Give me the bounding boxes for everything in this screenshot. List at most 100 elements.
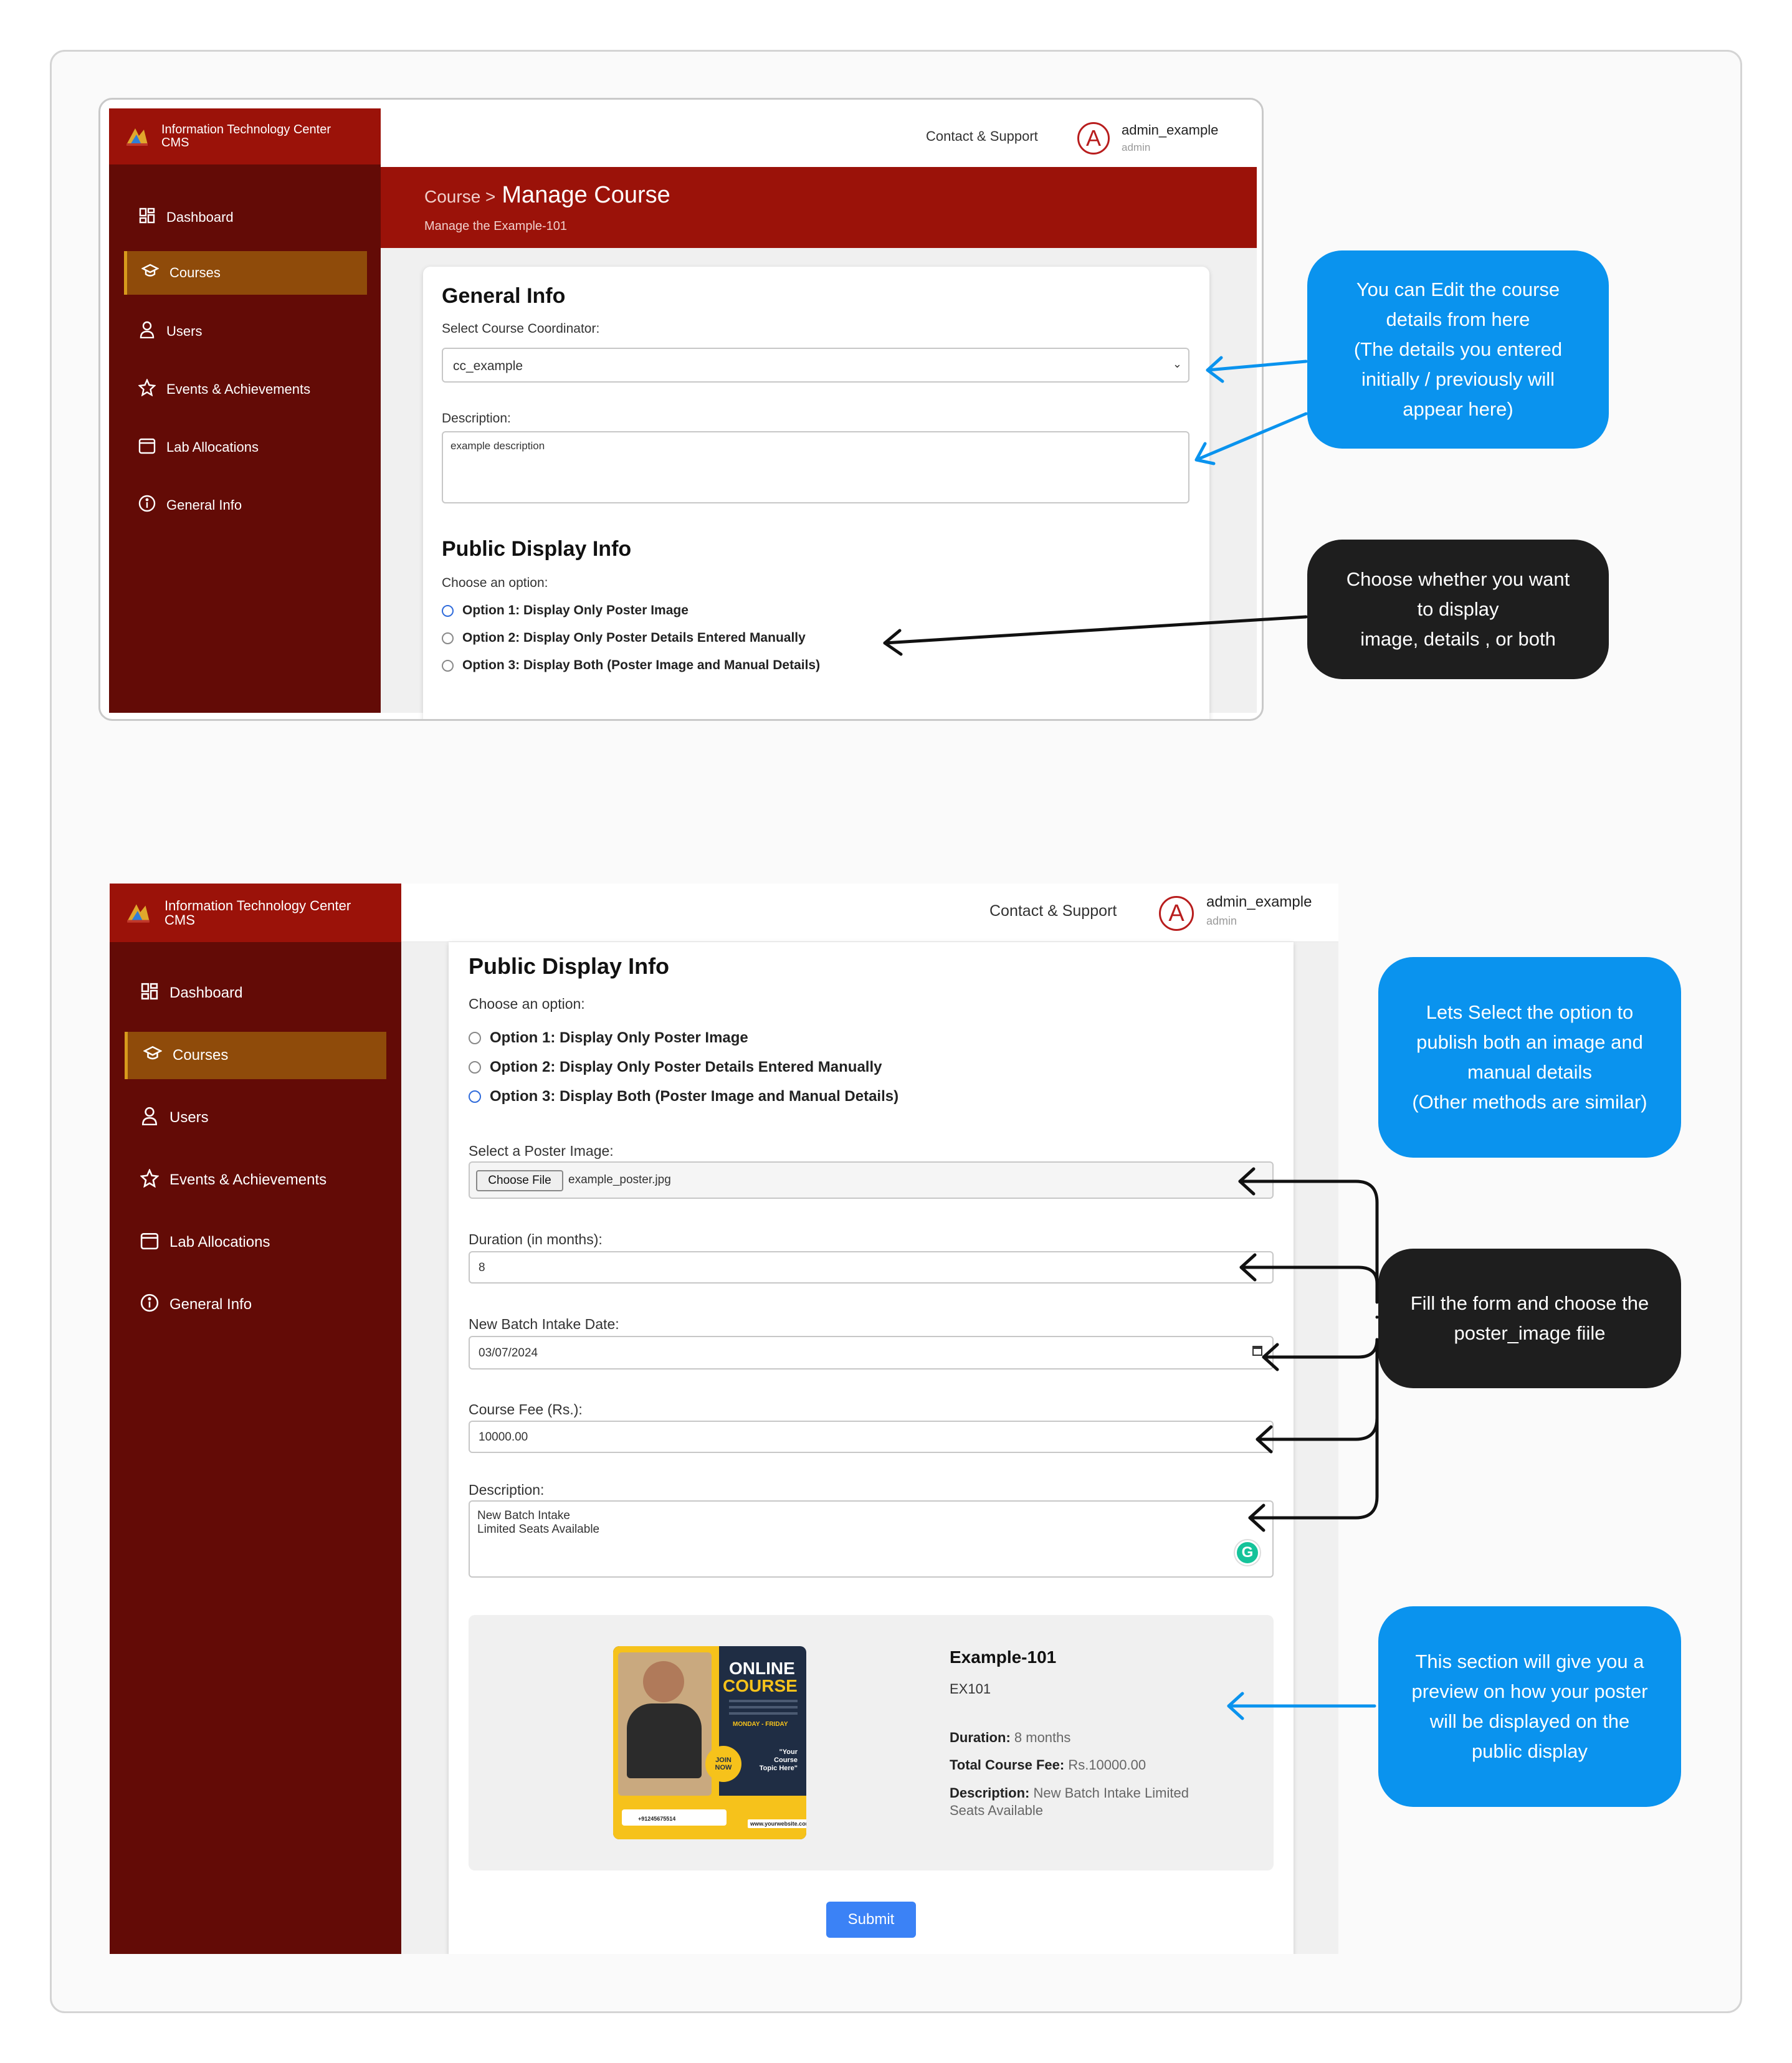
callout-line: image, details , or both: [1360, 628, 1556, 650]
calendar-picker-icon[interactable]: [1252, 1346, 1262, 1356]
sidebar-item-general-info[interactable]: General Info: [125, 1281, 386, 1328]
sidebar-item-label: Lab Allocations: [166, 439, 259, 455]
sidebar-item-lab-allocations[interactable]: Lab Allocations: [125, 1219, 386, 1266]
radio-button[interactable]: [442, 632, 454, 644]
preview-duration-value: 8 months: [1014, 1730, 1071, 1745]
info-icon: [140, 1294, 160, 1317]
callout-line: Fill the form and choose the: [1410, 1292, 1649, 1314]
sidebar-item-label: Lab Allocations: [169, 1234, 270, 1251]
callout-preview: This section will give you a preview on …: [1378, 1606, 1681, 1807]
poster-image: +91245675514 ONLINE COURSE MONDAY - FRID…: [613, 1646, 806, 1839]
poster-label: Select a Poster Image:: [469, 1143, 614, 1159]
description-label: Description:: [442, 411, 511, 426]
sidebar-item-dashboard[interactable]: Dashboard: [124, 196, 367, 239]
callout-choose-display: Choose whether you want to display image…: [1307, 540, 1609, 679]
calendar-icon: [140, 1231, 160, 1254]
graduation-cap-icon: [143, 1046, 163, 1066]
coordinator-label: Select Course Coordinator:: [442, 322, 600, 336]
option-2-radio[interactable]: Option 2: Display Only Poster Details En…: [442, 631, 806, 646]
sidebar-item-label: General Info: [169, 1296, 252, 1313]
sidebar-item-courses[interactable]: Courses: [125, 1032, 386, 1079]
sidebar-item-events[interactable]: Events & Achievements: [125, 1156, 386, 1204]
sidebar-item-events[interactable]: Events & Achievements: [124, 368, 367, 411]
callout-line: manual details: [1467, 1061, 1592, 1083]
fee-label: Course Fee (Rs.):: [469, 1401, 583, 1417]
page-header: Course > Manage Course Manage the Exampl…: [381, 167, 1257, 248]
sidebar-item-courses[interactable]: Courses: [124, 251, 367, 295]
brand-title: Information Technology Center: [161, 123, 331, 136]
option-label: Option 3: Display Both (Poster Image and…: [462, 658, 821, 672]
user-icon: [140, 1107, 160, 1130]
user-name: admin_example: [1206, 893, 1312, 910]
radio-button[interactable]: [442, 604, 454, 617]
preview-description-value: Seats Available: [950, 1803, 1044, 1818]
brand[interactable]: Information Technology Center CMS: [109, 108, 381, 164]
preview-course-code: EX101: [950, 1681, 991, 1697]
sidebar-item-users[interactable]: Users: [125, 1094, 386, 1141]
contact-support-link[interactable]: Contact & Support: [926, 128, 1038, 145]
radio-button[interactable]: [469, 1061, 481, 1074]
sidebar-item-general-info[interactable]: General Info: [124, 484, 367, 527]
preview-fee-key: Total Course Fee:: [950, 1757, 1065, 1773]
sidebar-item-users[interactable]: Users: [124, 310, 367, 353]
preview-course-name: Example-101: [950, 1647, 1057, 1667]
choose-file-button[interactable]: Choose File: [476, 1170, 563, 1191]
description-textarea[interactable]: New Batch Intake Limited Seats Available…: [469, 1500, 1274, 1578]
sidebar: Information Technology Center CMS Dashbo…: [110, 884, 401, 1954]
description-textarea[interactable]: example description: [442, 431, 1189, 503]
calendar-icon: [138, 437, 156, 458]
star-icon: [140, 1168, 160, 1192]
option-label: Option 3: Display Both (Poster Image and…: [490, 1088, 899, 1105]
contact-support-link[interactable]: Contact & Support: [989, 902, 1117, 920]
submit-button[interactable]: Submit: [826, 1902, 916, 1938]
page-subtitle: Manage the Example-101: [424, 219, 568, 233]
option-1-radio[interactable]: Option 1: Display Only Poster Image: [442, 603, 689, 618]
preview-fee: Total Course Fee: Rs.10000.00: [950, 1757, 1146, 1773]
poster-topic: "Your Course Topic Here": [759, 1748, 798, 1772]
option-label: Option 1: Display Only Poster Image: [462, 603, 689, 617]
callout-line: publish both an image and: [1416, 1031, 1643, 1053]
fee-value: 10000.00: [479, 1431, 528, 1444]
user-role: admin: [1206, 915, 1237, 927]
user-role: admin: [1122, 141, 1151, 153]
option-2-radio[interactable]: Option 2: Display Only Poster Details En…: [469, 1059, 882, 1076]
avatar[interactable]: A: [1159, 896, 1194, 931]
callout-line: Lets Select the option to: [1426, 1001, 1634, 1023]
general-info-heading: General Info: [442, 284, 566, 308]
radio-button[interactable]: [469, 1090, 481, 1103]
duration-label: Duration (in months):: [469, 1231, 603, 1247]
sidebar-item-dashboard[interactable]: Dashboard: [125, 970, 386, 1017]
coordinator-select[interactable]: cc_example ⌄: [442, 348, 1189, 383]
option-3-radio[interactable]: Option 3: Display Both (Poster Image and…: [442, 658, 820, 673]
screenshot-manage-course-top: Information Technology Center CMS Dashbo…: [98, 98, 1264, 721]
preview-description-value: New Batch Intake Limited: [1033, 1785, 1189, 1801]
callout-line: will be displayed on the: [1429, 1710, 1630, 1732]
option-3-radio[interactable]: Option 3: Display Both (Poster Image and…: [469, 1088, 898, 1105]
radio-button[interactable]: [469, 1032, 481, 1044]
radio-button[interactable]: [442, 659, 454, 672]
poster-file-input[interactable]: Choose File example_poster.jpg: [469, 1161, 1274, 1199]
intake-date-value: 03/07/2024: [479, 1346, 538, 1360]
sidebar-item-label: Dashboard: [166, 209, 234, 225]
user-icon: [138, 321, 156, 342]
option-1-radio[interactable]: Option 1: Display Only Poster Image: [469, 1029, 748, 1047]
sidebar-item-label: Events & Achievements: [166, 381, 311, 397]
brand[interactable]: Information Technology Center CMS: [110, 884, 401, 942]
sidebar-item-lab-allocations[interactable]: Lab Allocations: [124, 426, 367, 469]
intake-date-input[interactable]: 03/07/2024: [469, 1336, 1274, 1370]
duration-input[interactable]: 8: [469, 1251, 1274, 1284]
poster-site: www.yourwebsite.com: [748, 1819, 806, 1828]
grammarly-icon[interactable]: G: [1235, 1540, 1260, 1565]
breadcrumb[interactable]: Course >: [424, 187, 495, 207]
option-label: Option 2: Display Only Poster Details En…: [462, 631, 806, 645]
description-line: Limited Seats Available: [477, 1523, 600, 1536]
sidebar-item-label: General Info: [166, 497, 242, 513]
user-name: admin_example: [1122, 122, 1219, 138]
duration-value: 8: [479, 1261, 485, 1274]
preview-duration: Duration: 8 months: [950, 1730, 1070, 1746]
description-label: Description:: [469, 1482, 545, 1498]
public-display-heading: Public Display Info: [442, 537, 632, 561]
general-info-card: General Info Select Course Coordinator: …: [423, 267, 1209, 719]
fee-input[interactable]: 10000.00: [469, 1421, 1274, 1453]
avatar[interactable]: A: [1077, 122, 1110, 155]
